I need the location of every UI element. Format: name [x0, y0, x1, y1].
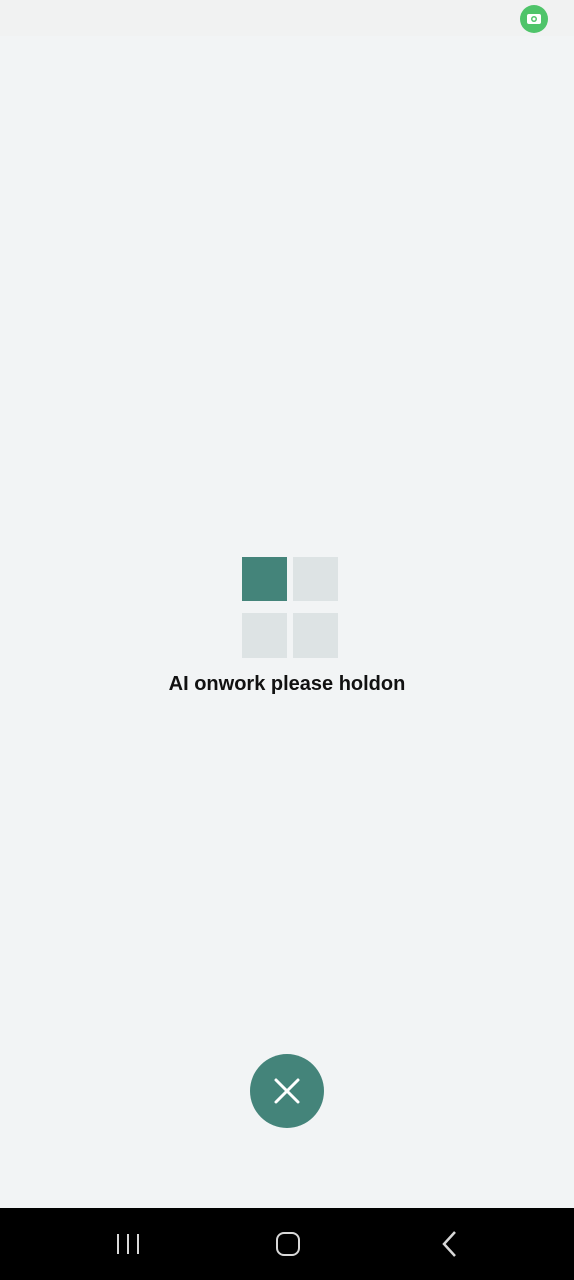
- loading-grid: [242, 557, 338, 658]
- cancel-button[interactable]: [250, 1054, 324, 1128]
- back-button[interactable]: [430, 1228, 470, 1260]
- home-button[interactable]: [268, 1228, 308, 1260]
- recents-button[interactable]: [108, 1228, 148, 1260]
- close-icon: [274, 1078, 300, 1104]
- back-icon: [442, 1231, 456, 1257]
- home-icon: [276, 1232, 300, 1256]
- loading-tile: [242, 557, 287, 601]
- loading-tile: [242, 613, 287, 658]
- screen-record-indicator[interactable]: [520, 5, 548, 33]
- loading-tile: [293, 557, 338, 601]
- status-bar: [0, 0, 574, 36]
- recents-icon: [117, 1234, 139, 1254]
- app-screen: AI onwork please holdon: [0, 0, 574, 1280]
- navigation-bar: [0, 1208, 574, 1280]
- loading-message: AI onwork please holdon: [168, 673, 406, 695]
- screen-record-icon: [527, 14, 541, 24]
- loading-tile: [293, 613, 338, 658]
